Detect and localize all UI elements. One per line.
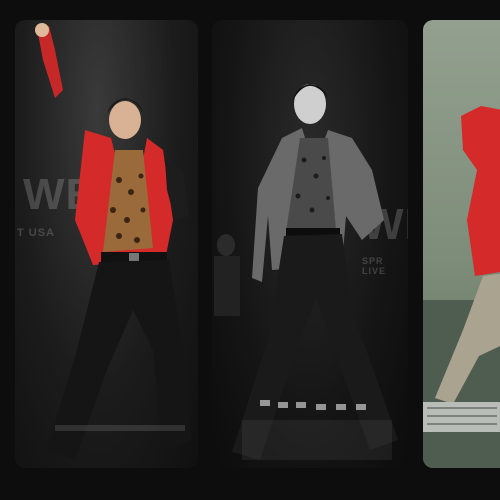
- performer-red-jacket: [35, 23, 191, 460]
- photo-panel-3: [423, 20, 500, 468]
- photo-collage: WE T USA W SPR LIVE: [0, 0, 500, 500]
- performer-grey-jacket: [214, 84, 398, 460]
- performer-cropped: [423, 106, 500, 468]
- photo-panel-2: WE SPR LIVE: [212, 20, 408, 468]
- photo-panel-1: WE T USA: [15, 20, 198, 468]
